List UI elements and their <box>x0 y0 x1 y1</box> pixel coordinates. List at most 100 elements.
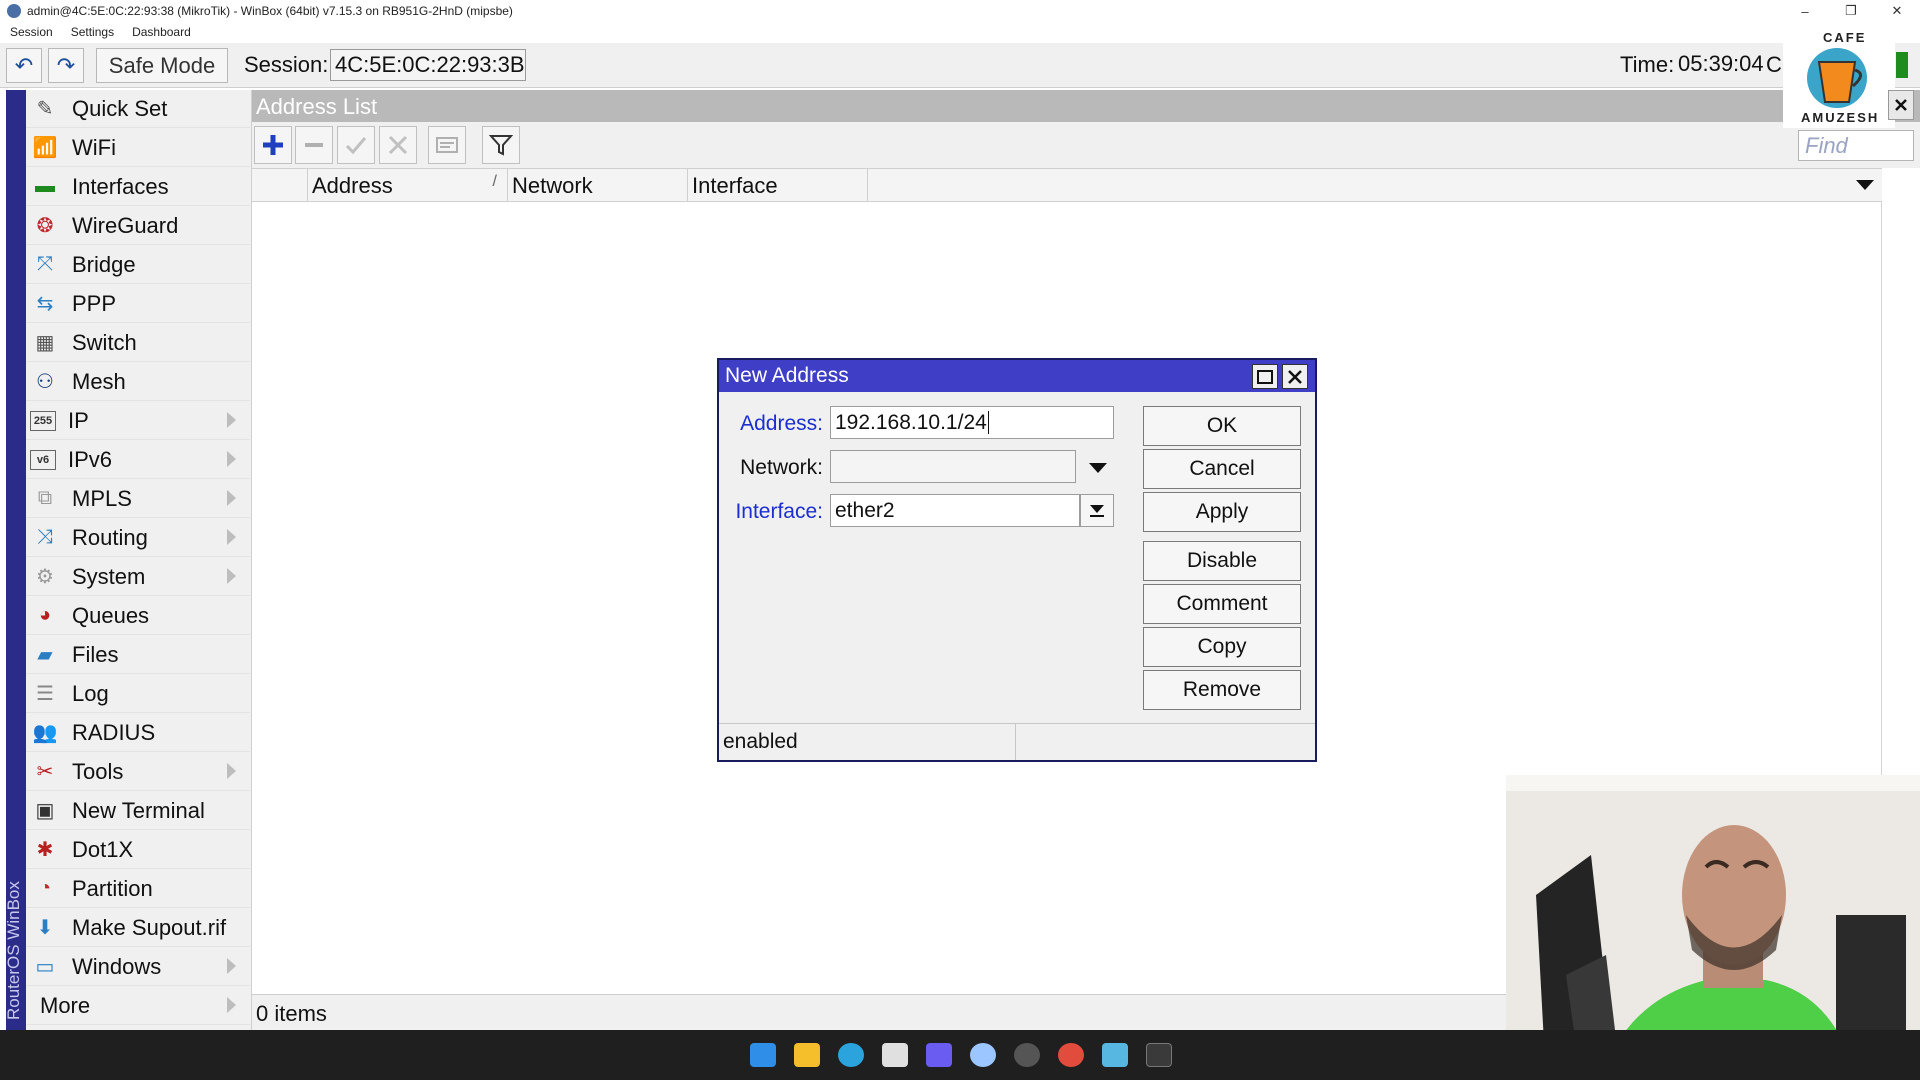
copy-button[interactable]: Copy <box>1143 627 1301 667</box>
column-address[interactable]: Address / <box>308 169 508 201</box>
start-menu-icon[interactable] <box>750 1043 776 1067</box>
sidebar-item-radius[interactable]: 👥 RADIUS <box>26 714 250 752</box>
address-input[interactable]: 192.168.10.1/24 <box>830 406 1114 439</box>
sidebar-item-label: Routing <box>72 524 148 550</box>
sidebar-brand-label: RouterOS WinBox <box>4 881 23 1020</box>
windows-icon: ▭ <box>35 956 55 978</box>
winbox-taskbar-icon[interactable] <box>970 1043 996 1067</box>
sidebar-item-ipv6[interactable]: v6 IPv6 <box>26 441 250 479</box>
remove-dialog-button[interactable]: Remove <box>1143 670 1301 710</box>
edge-browser-icon[interactable] <box>838 1043 864 1067</box>
winbox-app-icon <box>7 4 21 18</box>
address-list-toolbar <box>252 122 1920 168</box>
close-window-button[interactable]: ✕ <box>1874 0 1920 22</box>
sidebar-item-label: RADIUS <box>72 719 156 745</box>
sidebar-item-more[interactable]: More <box>26 987 250 1025</box>
address-label: Address: <box>740 412 823 435</box>
chevron-down-icon <box>1090 505 1104 517</box>
x-icon <box>388 135 408 155</box>
sidebar-item-files[interactable]: ▰ Files <box>26 636 250 674</box>
network-label: Network: <box>740 456 823 479</box>
plus-icon <box>263 135 283 155</box>
network-dropdown-icon[interactable] <box>1089 463 1107 473</box>
find-input[interactable]: Find <box>1798 130 1914 161</box>
menu-session[interactable]: Session <box>0 25 61 39</box>
disable-button[interactable] <box>379 126 417 164</box>
sidebar-item-mesh[interactable]: ⚇ Mesh <box>26 363 250 401</box>
cpu-indicator <box>1896 52 1908 78</box>
dialog-maximize-button[interactable] <box>1252 364 1278 389</box>
sidebar-item-label: Dot1X <box>72 836 134 862</box>
ok-button[interactable]: OK <box>1143 406 1301 446</box>
interface-dropdown-button[interactable] <box>1080 494 1114 527</box>
sidebar-item-label: WiFi <box>72 134 116 160</box>
sidebar-item-wireguard[interactable]: ❂ WireGuard <box>26 207 250 245</box>
menu-settings[interactable]: Settings <box>61 25 122 39</box>
chrome-icon[interactable] <box>1058 1043 1084 1067</box>
terminal-icon[interactable] <box>1146 1043 1172 1067</box>
safe-mode-button[interactable]: Safe Mode <box>96 48 228 83</box>
cancel-button[interactable]: Cancel <box>1143 449 1301 489</box>
interfaces-icon: ▬ <box>35 175 55 197</box>
menu-dashboard[interactable]: Dashboard <box>122 25 199 39</box>
sidebar-item-log[interactable]: ☰ Log <box>26 675 250 713</box>
panel-close-button[interactable] <box>1888 90 1914 120</box>
sidebar-item-make-supout-rif[interactable]: ⬇ Make Supout.rif <box>26 909 250 947</box>
disable-dialog-button[interactable]: Disable <box>1143 541 1301 581</box>
add-button[interactable] <box>254 126 292 164</box>
comment-button[interactable] <box>428 126 466 164</box>
queues-icon: ◕ <box>38 604 52 626</box>
sidebar-item-bridge[interactable]: ⤧ Bridge <box>26 246 250 284</box>
sidebar-item-dot1x[interactable]: ✱ Dot1X <box>26 831 250 869</box>
sidebar-item-interfaces[interactable]: ▬ Interfaces <box>26 168 250 206</box>
filter-button[interactable] <box>482 126 520 164</box>
redo-button[interactable]: ↷ <box>48 48 84 83</box>
sidebar-item-partition[interactable]: ◔ Partition <box>26 870 250 908</box>
sidebar-item-ppp[interactable]: ⇆ PPP <box>26 285 250 323</box>
sidebar-item-system[interactable]: ⚙ System <box>26 558 250 596</box>
column-chooser-icon[interactable] <box>1856 180 1874 190</box>
sidebar-item-ip[interactable]: 255 IP <box>26 402 250 440</box>
sidebar-item-quick-set[interactable]: ✎ Quick Set <box>26 90 250 128</box>
time-value: 05:39:04 <box>1678 51 1764 76</box>
sidebar-item-wifi[interactable]: 📶 WiFi <box>26 129 250 167</box>
status-divider <box>1015 724 1016 760</box>
store-icon[interactable] <box>882 1043 908 1067</box>
session-value: 4C:5E:0C:22:93:3B <box>330 49 526 81</box>
sidebar-item-mpls[interactable]: ⧉ MPLS <box>26 480 250 518</box>
remove-button[interactable] <box>295 126 333 164</box>
quick-set-icon: ✎ <box>36 98 54 120</box>
sidebar-item-queues[interactable]: ◕ Queues <box>26 597 250 635</box>
remote-desktop-icon[interactable] <box>1102 1043 1128 1067</box>
sidebar-item-tools[interactable]: ✂ Tools <box>26 753 250 791</box>
interface-select[interactable]: ether2 <box>830 494 1080 527</box>
enable-button[interactable] <box>337 126 375 164</box>
column-flags[interactable] <box>252 169 308 201</box>
file-explorer-icon[interactable] <box>794 1043 820 1067</box>
obs-icon[interactable] <box>1014 1043 1040 1067</box>
switch-icon: ▦ <box>35 332 55 354</box>
sidebar-item-label: New Terminal <box>72 797 205 823</box>
sidebar-item-label: Bridge <box>72 251 136 277</box>
session-label: Session: <box>244 52 329 77</box>
submenu-arrow-icon <box>227 490 236 506</box>
undo-button[interactable]: ↶ <box>6 48 42 83</box>
interface-label: Interface: <box>735 500 823 523</box>
column-network[interactable]: Network <box>508 169 688 201</box>
sidebar-item-windows[interactable]: ▭ Windows <box>26 948 250 986</box>
minimize-button[interactable]: – <box>1782 0 1828 22</box>
column-interface[interactable]: Interface <box>688 169 868 201</box>
restore-button[interactable]: ❐ <box>1828 0 1874 22</box>
sidebar-item-switch[interactable]: ▦ Switch <box>26 324 250 362</box>
sidebar-item-routing[interactable]: ⤨ Routing <box>26 519 250 557</box>
network-input[interactable] <box>830 450 1076 483</box>
tools-icon: ✂ <box>36 761 54 783</box>
app-icon[interactable] <box>926 1043 952 1067</box>
comment-dialog-button[interactable]: Comment <box>1143 584 1301 624</box>
time-extra: C <box>1766 52 1782 77</box>
window-titlebar: admin@4C:5E:0C:22:93:38 (MikroTik) - Win… <box>0 0 1920 22</box>
submenu-arrow-icon <box>227 763 236 779</box>
dialog-close-button[interactable] <box>1282 364 1308 389</box>
sidebar-item-new-terminal[interactable]: ▣ New Terminal <box>26 792 250 830</box>
apply-button[interactable]: Apply <box>1143 492 1301 532</box>
